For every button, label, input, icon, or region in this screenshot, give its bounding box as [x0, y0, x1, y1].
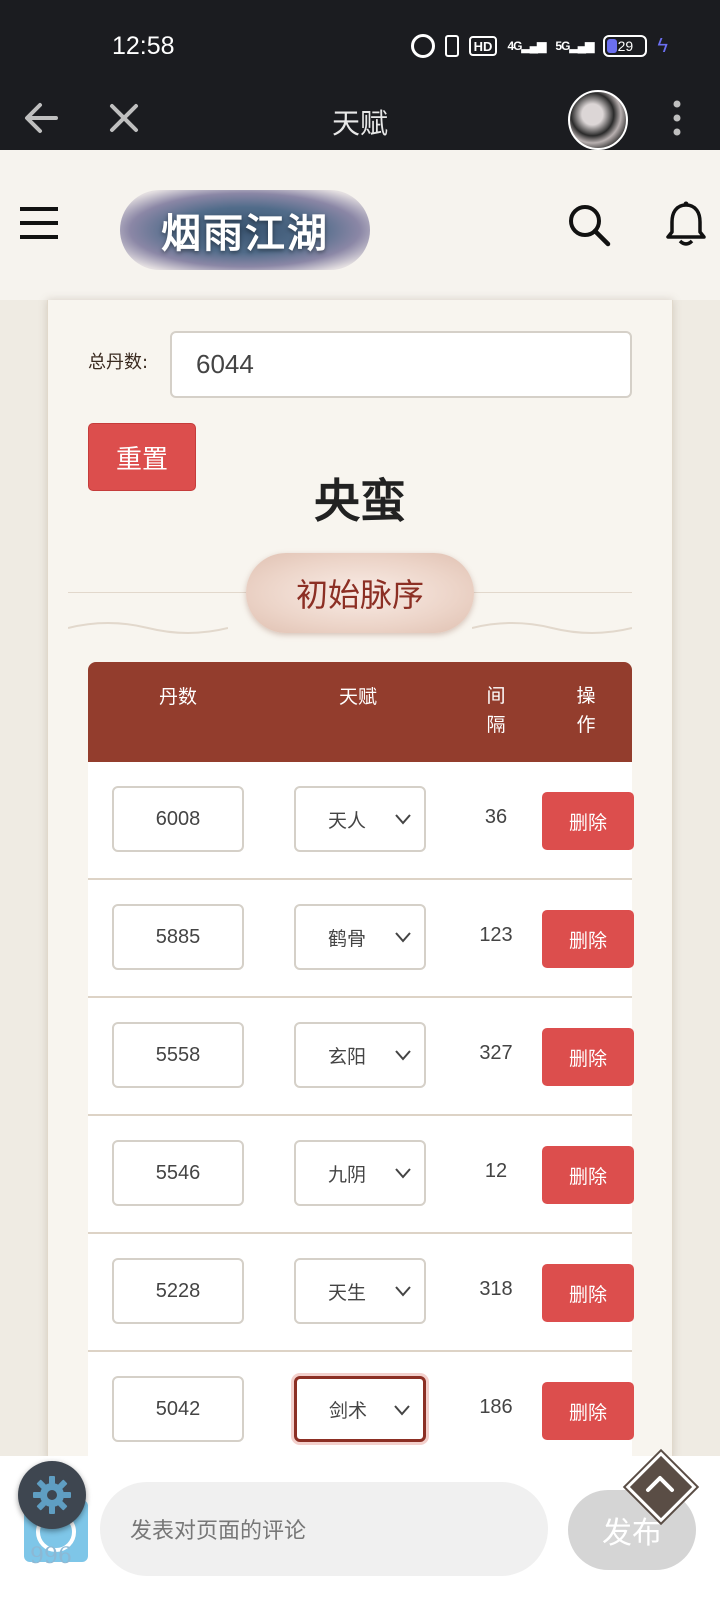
- character-name: 央蛮: [314, 474, 406, 528]
- talent-select-value: 天生: [328, 1281, 367, 1304]
- gap-value: 186: [479, 1396, 513, 1418]
- settings-gear-button[interactable]: [18, 1461, 86, 1529]
- gap-value: 12: [484, 1160, 508, 1182]
- more-vertical-icon[interactable]: [662, 94, 692, 142]
- talent-select[interactable]: 玄阳: [294, 1022, 426, 1088]
- talent-select-value: 天人: [328, 809, 367, 832]
- alarm-icon: [410, 34, 435, 58]
- gear-icon: [33, 1476, 71, 1514]
- header-gap: 间 隔: [486, 685, 506, 736]
- talent-select[interactable]: 鹤骨: [294, 904, 426, 970]
- comment-placeholder: 发表对页面的评论: [130, 1519, 307, 1544]
- search-icon[interactable]: [566, 202, 612, 248]
- status-icons: HD 4G ▂▄▆ 5G ▂▄▆ 29 ϟ: [410, 34, 668, 58]
- talent-select-value: 玄阳: [328, 1045, 367, 1068]
- delete-button[interactable]: 删除: [542, 1264, 634, 1322]
- dan-input[interactable]: 5885: [112, 904, 244, 970]
- table-header: 丹数 天赋 间 隔 操 作: [88, 662, 632, 762]
- delete-button[interactable]: 删除: [542, 910, 634, 968]
- dan-input[interactable]: 5228: [112, 1258, 244, 1324]
- table-row: 5546 九阴 12 删除: [88, 1116, 634, 1234]
- chevron-down-icon: [395, 1050, 411, 1061]
- gap-value: 327: [479, 1042, 513, 1064]
- site-logo[interactable]: 烟雨江湖: [120, 190, 370, 270]
- dan-input[interactable]: 6008: [112, 786, 244, 852]
- signal-4g-icon: 4G ▂▄▆: [507, 39, 546, 53]
- table-row: 5558 玄阳 327 删除: [88, 998, 634, 1116]
- delete-button[interactable]: 删除: [542, 1146, 634, 1204]
- header-talent: 天赋: [338, 686, 377, 708]
- gap-value: 318: [479, 1278, 513, 1300]
- header-dan: 丹数: [158, 686, 197, 708]
- talent-select[interactable]: 九阴: [294, 1140, 426, 1206]
- chevron-down-icon: [394, 1405, 410, 1416]
- site-header: 烟雨江湖: [0, 150, 720, 300]
- talent-select-value: 鹤骨: [328, 927, 367, 950]
- total-dan-input[interactable]: 6044: [170, 331, 632, 398]
- battery-icon: 29: [603, 35, 648, 57]
- delete-button[interactable]: 删除: [542, 1382, 634, 1440]
- chevron-up-icon: [646, 1476, 674, 1492]
- total-dan-label: 总丹数:: [88, 352, 149, 373]
- talent-select-value: 剑术: [329, 1399, 368, 1422]
- talent-select-value: 九阴: [328, 1163, 367, 1186]
- charging-icon: ϟ: [657, 34, 668, 57]
- wave-decoration-left: [68, 622, 228, 634]
- bell-icon[interactable]: [664, 200, 708, 248]
- talent-table: 丹数 天赋 间 隔 操 作 6008 天人 36 删除 5885 鹤骨 123 …: [88, 662, 634, 1470]
- header-op: 操 作: [576, 685, 596, 736]
- wave-decoration-right: [472, 622, 632, 634]
- section-title: 初始脉序: [246, 553, 474, 633]
- gap-value: 123: [479, 924, 513, 946]
- chevron-down-icon: [395, 1286, 411, 1297]
- hd-icon: HD: [468, 36, 498, 56]
- hamburger-menu-icon[interactable]: [18, 205, 60, 241]
- chevron-down-icon: [395, 814, 411, 825]
- talent-select[interactable]: 剑术: [294, 1376, 426, 1442]
- talent-select[interactable]: 天人: [294, 786, 426, 852]
- table-row: 5042 剑术 186 删除: [88, 1352, 634, 1470]
- dan-input[interactable]: 5546: [112, 1140, 244, 1206]
- total-dan-value: 6044: [196, 349, 254, 379]
- comment-count: 996: [30, 1544, 72, 1569]
- vibrate-icon: [444, 35, 459, 57]
- signal-5g-icon: 5G ▂▄▆: [555, 39, 594, 53]
- chevron-down-icon: [395, 932, 411, 943]
- table-row: 5885 鹤骨 123 删除: [88, 880, 634, 998]
- comment-input[interactable]: 发表对页面的评论: [100, 1482, 548, 1576]
- app-toolbar: 天赋: [0, 88, 720, 150]
- talent-select[interactable]: 天生: [294, 1258, 426, 1324]
- status-bar: 12:58 HD 4G ▂▄▆ 5G ▂▄▆ 29 ϟ: [0, 0, 720, 88]
- gap-value: 36: [484, 806, 508, 828]
- table-row: 5228 天生 318 删除: [88, 1234, 634, 1352]
- status-time: 12:58: [112, 32, 175, 60]
- dan-input[interactable]: 5558: [112, 1022, 244, 1088]
- avatar[interactable]: [568, 90, 628, 150]
- delete-button[interactable]: 删除: [542, 1028, 634, 1086]
- dan-input[interactable]: 5042: [112, 1376, 244, 1442]
- delete-button[interactable]: 删除: [542, 792, 634, 850]
- chevron-down-icon: [395, 1168, 411, 1179]
- table-row: 6008 天人 36 删除: [88, 762, 634, 880]
